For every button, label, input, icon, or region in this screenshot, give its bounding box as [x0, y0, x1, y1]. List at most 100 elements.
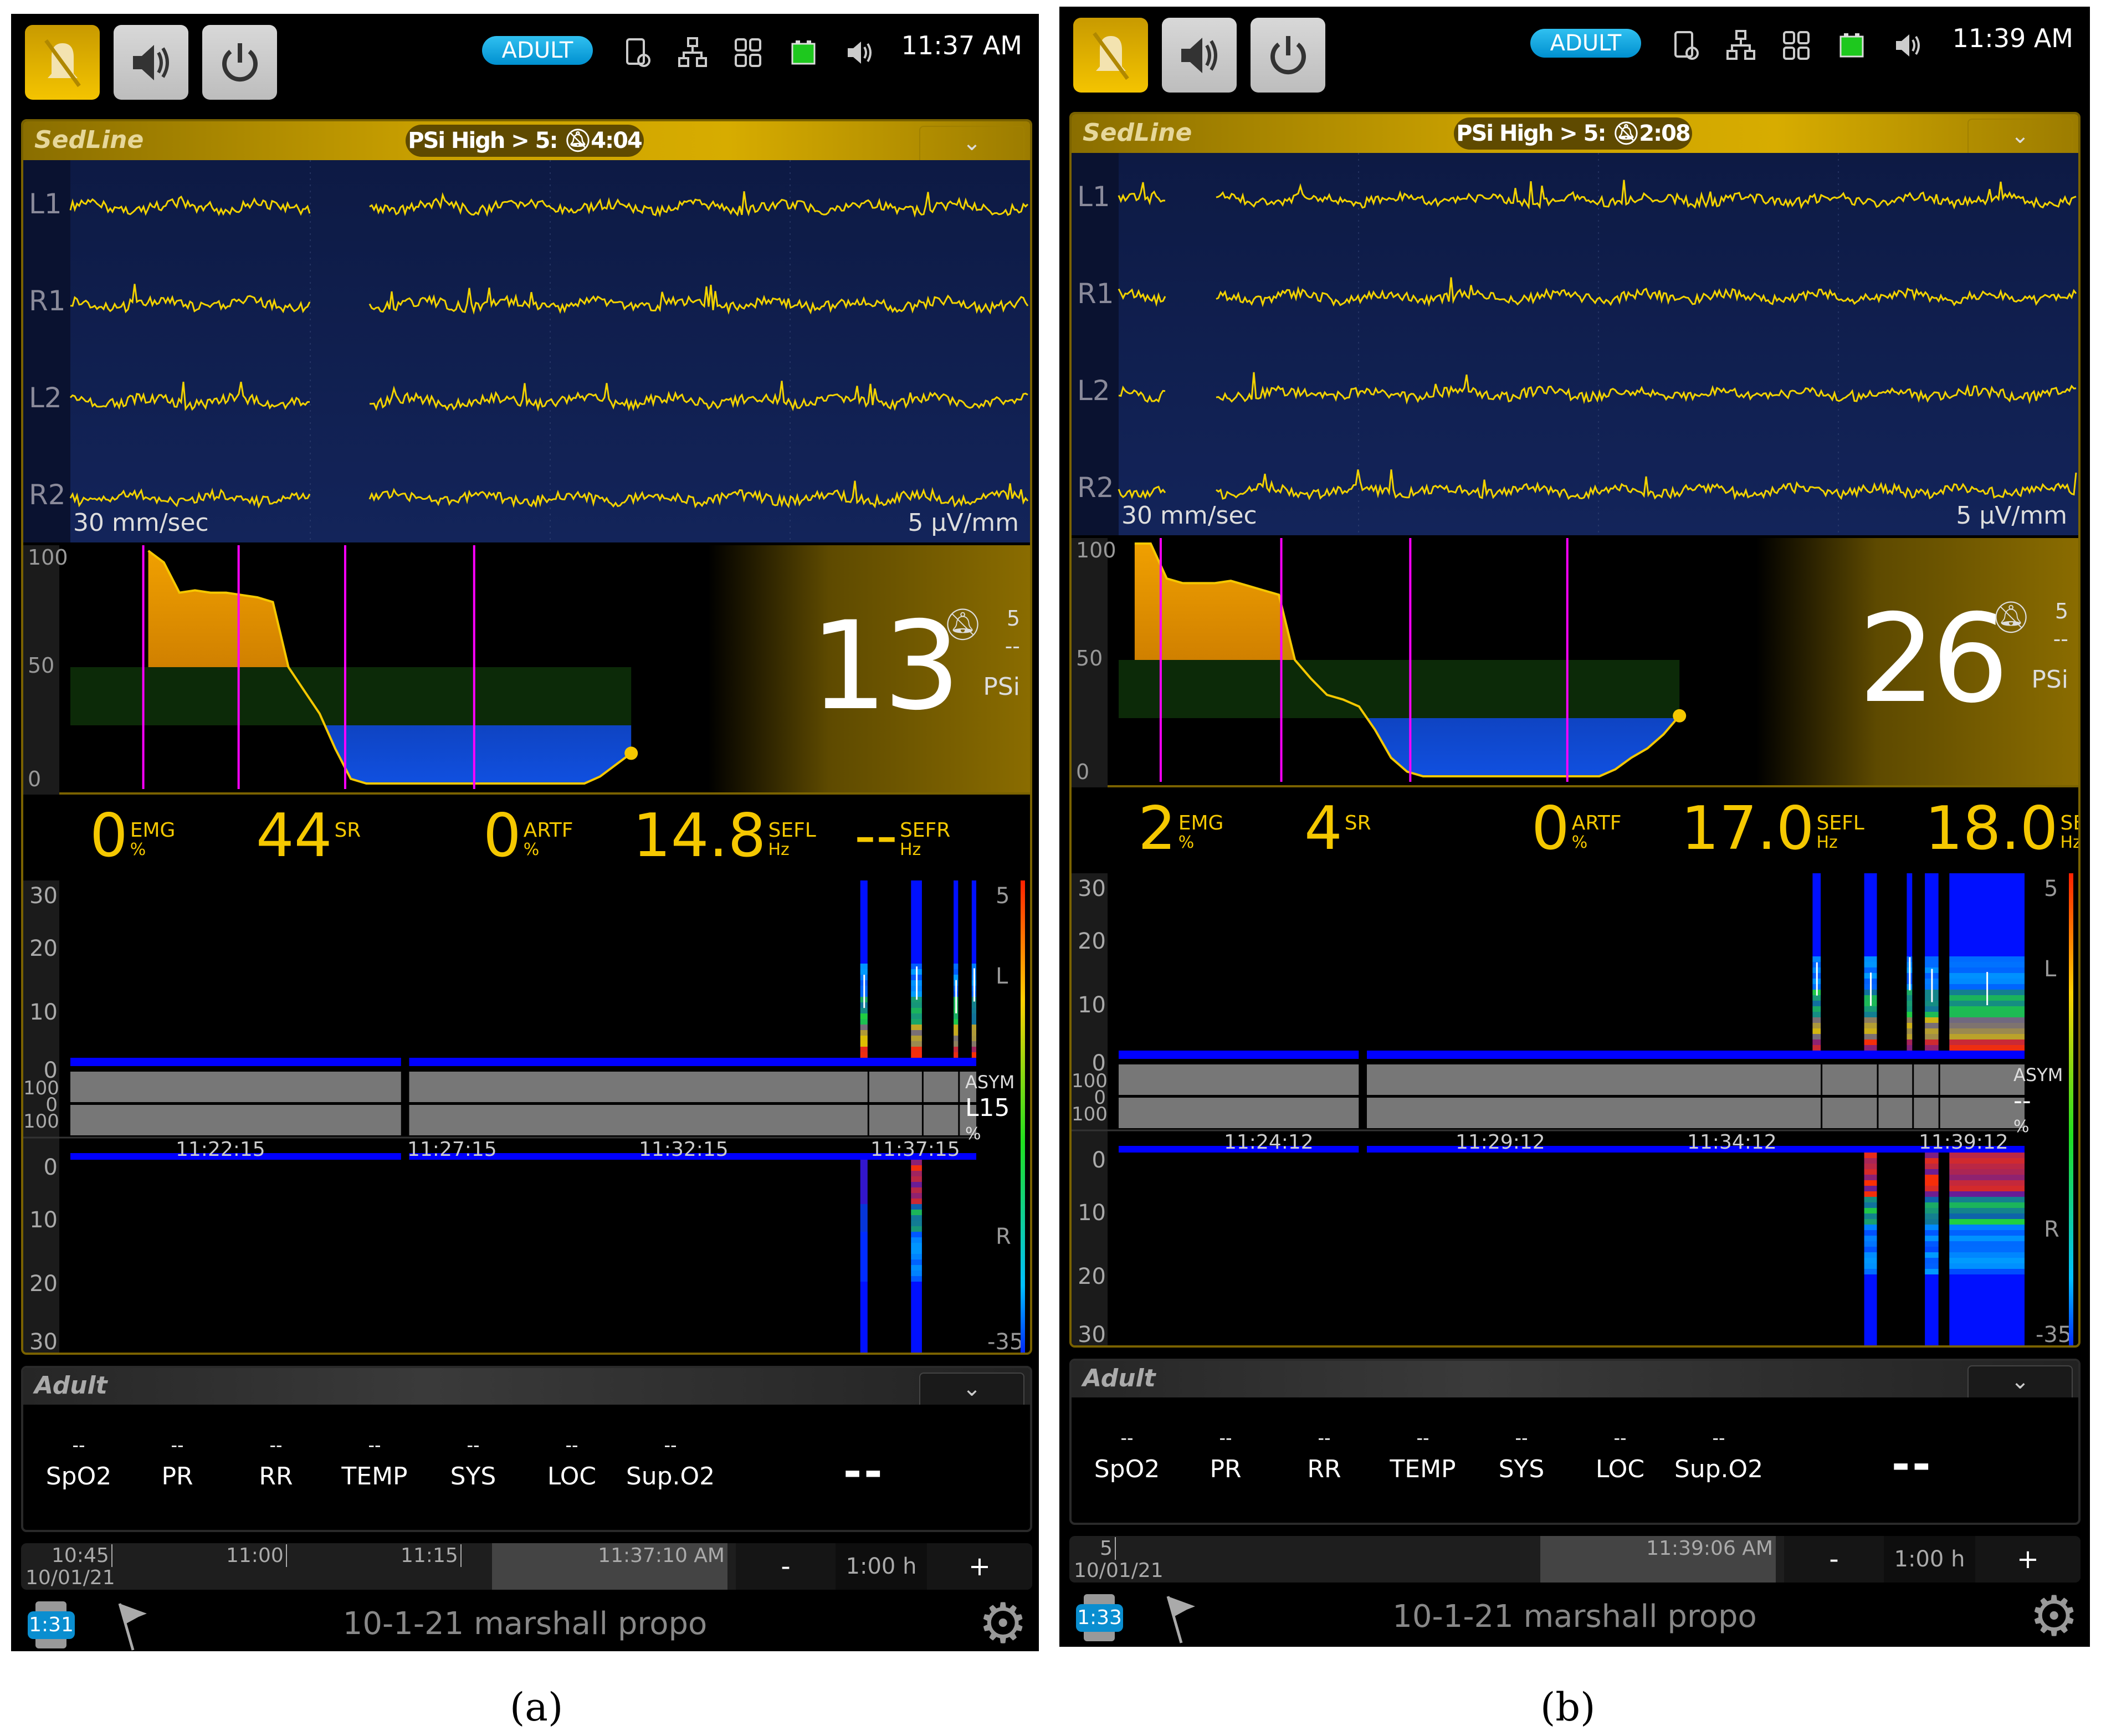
- dsa-spectral-cell: [911, 1052, 922, 1058]
- parameter-value: --: [171, 1435, 184, 1456]
- collapse-button[interactable]: ⌄: [1967, 119, 2073, 153]
- volume-level-icon[interactable]: [1890, 29, 1924, 62]
- asym-left-bar: [1366, 1064, 2025, 1095]
- dsa-spectral-cell: [1925, 1213, 1939, 1219]
- dsa-spectral-cell: [1925, 1028, 1939, 1034]
- dsa-spectral-cell: [1907, 1028, 1913, 1034]
- sedline-header: SedLine PSi High > 5: 🔕︎2:08 ⌄: [1072, 114, 2078, 153]
- trend-timeline[interactable]: 5 10/01/21 11:39:06 AM - 1:00 h +: [1069, 1536, 2080, 1583]
- dsa-spectral-cell: [1949, 1039, 2025, 1045]
- zoom-out-button[interactable]: -: [736, 1543, 836, 1590]
- dsa-right-tick: 30: [29, 1329, 58, 1355]
- collapse-button[interactable]: ⌄: [1967, 1365, 2073, 1397]
- metric-value: 2: [1138, 794, 1176, 863]
- network-icon[interactable]: [1724, 29, 1757, 62]
- volume-level-icon[interactable]: [842, 36, 875, 69]
- trend-timeline[interactable]: 10:45 11:00 11:15 10/01/21 11:37:10 AM - 1…: [21, 1543, 1032, 1590]
- parameter-sys[interactable]: -- SYS: [426, 1435, 520, 1491]
- parameter-sys[interactable]: -- SYS: [1474, 1427, 1569, 1483]
- parameter-value: --: [368, 1435, 381, 1456]
- psi-alarm-badge[interactable]: PSi High > 5: 🔕︎2:08: [1454, 117, 1692, 150]
- alarm-silence-button[interactable]: [1073, 18, 1148, 93]
- collapse-button[interactable]: ⌄: [919, 126, 1024, 160]
- power-button[interactable]: [1251, 18, 1325, 93]
- sef-marker: [1931, 969, 1933, 1002]
- parameter-spo2[interactable]: -- SpO2: [32, 1435, 126, 1491]
- psi-alarm-badge[interactable]: PSi High > 5: 🔕︎4:04: [406, 125, 644, 157]
- dsa-left-tick: 10: [29, 1000, 58, 1025]
- dsa-left-label: L: [2044, 956, 2057, 982]
- parameter-label: TEMP: [1390, 1455, 1456, 1483]
- dsa-spectral-cell: [860, 1265, 868, 1271]
- dsa-spectral-cell: [860, 1193, 868, 1199]
- layout-grid-icon[interactable]: [731, 36, 765, 69]
- asym-left-bar: [409, 1072, 976, 1102]
- alarm-silence-button[interactable]: [25, 25, 100, 100]
- settings-gear-icon[interactable]: ⚙︎: [2029, 1589, 2079, 1644]
- parameter-label: TEMP: [341, 1462, 408, 1491]
- bell-off-icon: [1092, 32, 1129, 80]
- dsa-spectral-cell: [911, 1041, 922, 1047]
- dsa-left-label: L: [996, 964, 1008, 989]
- dsa-spectral-cell: [1864, 1034, 1877, 1039]
- dsa-time-tick: 11:27:15: [407, 1138, 497, 1161]
- parameter-loc[interactable]: -- LOC: [1573, 1427, 1667, 1483]
- footer: 1:33 10-1-21 marshall propo ⚙︎: [1059, 1589, 2090, 1644]
- parameter-supo2[interactable]: -- Sup.O2: [623, 1435, 718, 1491]
- parameter-label: SYS: [1498, 1455, 1545, 1483]
- sweep-speed: 30 mm/sec: [1121, 501, 1257, 530]
- network-icon[interactable]: [676, 36, 709, 69]
- parameter-label: Sup.O2: [1674, 1455, 1764, 1483]
- dsa-spectral-cell: [911, 1193, 922, 1199]
- dsa-spectral-cell: [1925, 1269, 1939, 1274]
- parameter-temp[interactable]: -- TEMP: [1376, 1427, 1470, 1483]
- dsa-spectral-cell: [1925, 1017, 1939, 1023]
- dsa-scale-top: 5: [2044, 876, 2058, 902]
- dsa-spectral-cell: [911, 1047, 922, 1052]
- dsa-spectral-cell: [911, 1276, 922, 1282]
- parameter-main-value: --: [843, 1446, 885, 1497]
- dsa-spectral-cell: [860, 1041, 868, 1047]
- psi-trend-graph: [1119, 538, 1687, 782]
- zoom-in-button[interactable]: +: [927, 1543, 1032, 1590]
- sef-marker: [955, 980, 957, 1013]
- parameter-supo2[interactable]: -- Sup.O2: [1672, 1427, 1766, 1483]
- parameter-rr[interactable]: -- RR: [1277, 1427, 1371, 1483]
- parameter-loc[interactable]: -- LOC: [525, 1435, 619, 1491]
- parameter-pr[interactable]: -- PR: [130, 1435, 224, 1491]
- patient-mode-badge[interactable]: ADULT: [1530, 29, 1641, 58]
- dsa-spectral-cell: [911, 1237, 922, 1243]
- dsa-spectral-cell: [1949, 1247, 2025, 1252]
- psi-alarm-limit: 5: [2054, 599, 2068, 623]
- dsa-spectral-cell: [1864, 1241, 1877, 1247]
- sweep-speed: 30 mm/sec: [73, 509, 209, 537]
- power-button[interactable]: [202, 25, 277, 100]
- parameter-temp[interactable]: -- TEMP: [327, 1435, 422, 1491]
- metric-unit: %: [130, 840, 146, 859]
- patient-mode-badge[interactable]: ADULT: [482, 36, 593, 65]
- eeg-channel-label: L2: [29, 382, 62, 414]
- parameter-rr[interactable]: -- RR: [229, 1435, 323, 1491]
- dsa-spectral-cell: [1812, 1034, 1821, 1039]
- parameter-pr[interactable]: -- PR: [1178, 1427, 1273, 1483]
- dsa-spectral-cell: [860, 969, 868, 975]
- dsa-spectral-cell: [860, 1204, 868, 1210]
- layout-grid-icon[interactable]: [1780, 29, 1813, 62]
- dsa-spectral-cell: [860, 1276, 868, 1282]
- psi-trend-graph: [70, 545, 638, 789]
- asym-separator: [1938, 1064, 1940, 1128]
- asym-separator: [958, 1072, 960, 1135]
- dsa-spectral-cell: [1949, 1164, 2025, 1169]
- settings-gear-icon[interactable]: ⚙︎: [978, 1596, 1028, 1651]
- zoom-out-button[interactable]: -: [1784, 1536, 1884, 1583]
- export-icon[interactable]: [1669, 29, 1702, 62]
- parameter-label: RR: [1307, 1455, 1341, 1483]
- export-icon[interactable]: [621, 36, 654, 69]
- volume-button[interactable]: [1162, 18, 1237, 93]
- collapse-button[interactable]: ⌄: [919, 1373, 1024, 1405]
- eeg-trace: [1118, 277, 2077, 308]
- volume-button[interactable]: [114, 25, 188, 100]
- dsa-spectral-cell: [1864, 956, 1877, 962]
- parameter-spo2[interactable]: -- SpO2: [1080, 1427, 1174, 1483]
- zoom-in-button[interactable]: +: [1975, 1536, 2080, 1583]
